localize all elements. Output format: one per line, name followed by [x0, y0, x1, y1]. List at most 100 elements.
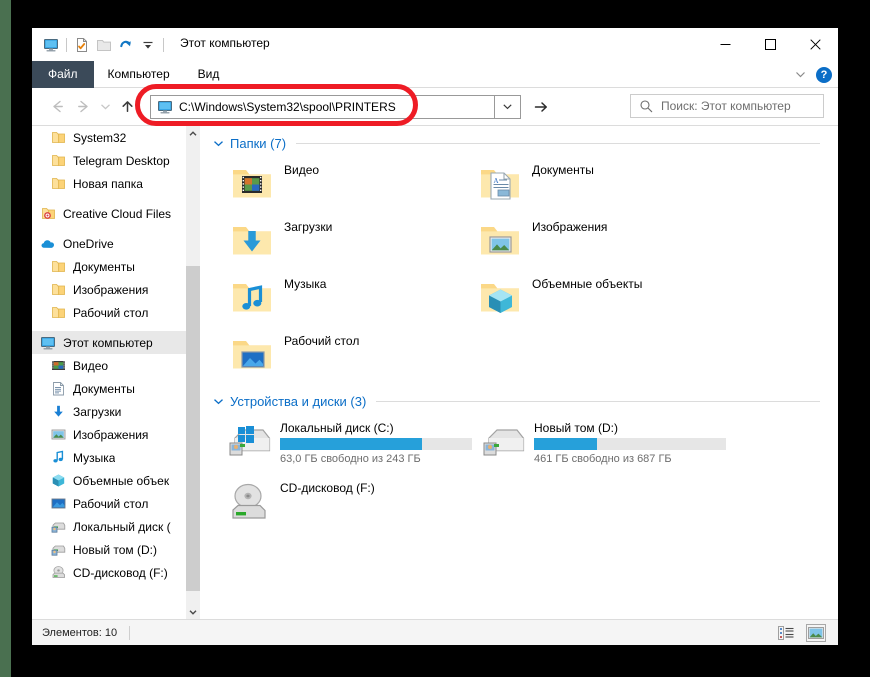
sidebar-item-creative-cloud-files[interactable]: Creative Cloud Files	[32, 202, 186, 225]
sidebar-item-label: Creative Cloud Files	[63, 207, 171, 221]
onedrive-icon	[40, 236, 56, 252]
sidebar-item-local-disk-c[interactable]: Локальный диск (	[32, 515, 186, 538]
music-folder-icon	[230, 275, 274, 319]
desktop-folder-icon	[230, 332, 274, 376]
qat-separator-2	[163, 38, 164, 52]
new-folder-icon[interactable]	[93, 34, 115, 56]
redo-icon[interactable]	[115, 34, 137, 56]
folder-tile-documents[interactable]: A Документы	[460, 157, 708, 214]
group-header-folders[interactable]: Папки (7)	[212, 136, 838, 151]
sidebar-item-music[interactable]: Музыка	[32, 446, 186, 469]
group-divider	[296, 143, 820, 144]
sidebar-item-videos[interactable]: Видео	[32, 354, 186, 377]
close-button[interactable]	[793, 28, 838, 61]
large-icons-view-icon[interactable]	[806, 624, 826, 642]
sidebar-item-label: Видео	[73, 359, 108, 373]
title-bar: Этот компьютер	[32, 28, 838, 61]
navigation-pane-scrollbar[interactable]	[186, 126, 200, 619]
help-icon[interactable]: ?	[816, 67, 832, 83]
folder-tile-3d-objects[interactable]: Объемные объекты	[460, 271, 708, 328]
drive-tile-cd-drive-f[interactable]: CD-дисковод (F:)	[212, 477, 466, 537]
recent-locations-button[interactable]	[96, 94, 114, 120]
videos-icon	[50, 358, 66, 374]
drive-tile-new-volume-d[interactable]: Новый том (D:) 461 ГБ свободно из 687 ГБ	[466, 417, 720, 477]
folder-tile-videos[interactable]: Видео	[212, 157, 460, 214]
tab-view[interactable]: Вид	[184, 61, 234, 88]
videos-folder-icon	[230, 161, 274, 205]
ribbon-tabs: Файл Компьютер Вид	[32, 61, 838, 88]
documents-icon	[50, 381, 66, 397]
tile-label: Объемные объекты	[532, 275, 642, 291]
sidebar-item-label: System32	[73, 131, 126, 145]
group-header-devices[interactable]: Устройства и диски (3)	[212, 394, 838, 409]
chevron-down-icon[interactable]	[212, 138, 224, 150]
folder-tile-downloads[interactable]: Загрузки	[212, 214, 460, 271]
up-button[interactable]	[114, 94, 140, 120]
music-icon	[50, 450, 66, 466]
refresh-go-button[interactable]	[527, 95, 555, 119]
file-list-pane[interactable]: Папки (7)	[200, 126, 838, 619]
minimize-button[interactable]	[703, 28, 748, 61]
sidebar-item-documents[interactable]: Документы	[32, 377, 186, 400]
scroll-down-icon[interactable]	[186, 604, 200, 619]
scrollbar-thumb[interactable]	[186, 266, 200, 591]
drive-usage-bar	[534, 438, 726, 450]
address-text: C:\Windows\System32\spool\PRINTERS	[179, 100, 396, 114]
shared-drive-icon	[480, 421, 526, 465]
sidebar-item-pictures[interactable]: Изображения	[32, 423, 186, 446]
sidebar-item-label: Загрузки	[73, 405, 121, 419]
address-bar-row: C:\Windows\System32\spool\PRINTERS	[32, 88, 838, 125]
sidebar-item-this-pc[interactable]: Этот компьютер	[32, 331, 186, 354]
forward-button[interactable]	[70, 94, 96, 120]
drive-info: CD-дисковод (F:)	[280, 481, 375, 495]
address-input[interactable]: C:\Windows\System32\spool\PRINTERS	[150, 95, 495, 119]
tile-label: Документы	[532, 161, 594, 177]
sidebar-item-onedrive[interactable]: OneDrive	[32, 232, 186, 255]
sidebar-item-3d-objects[interactable]: Объемные объек	[32, 469, 186, 492]
folder-tile-desktop[interactable]: Рабочий стол	[212, 328, 460, 385]
back-button[interactable]	[44, 94, 70, 120]
sidebar-item-new-volume-d[interactable]: Новый том (D:)	[32, 538, 186, 561]
address-dropdown-button[interactable]	[495, 95, 521, 119]
drive-tile-local-disk-c[interactable]: Локальный диск (C:) 63,0 ГБ свободно из …	[212, 417, 466, 477]
collapse-ribbon-icon[interactable]	[792, 67, 808, 83]
cd-drive-large-icon	[226, 481, 272, 525]
folder-tile-pictures[interactable]: Изображения	[460, 214, 708, 271]
search-placeholder: Поиск: Этот компьютер	[661, 99, 791, 113]
windows-drive-icon	[226, 421, 272, 465]
drive-free-space: 63,0 ГБ свободно из 243 ГБ	[280, 453, 472, 465]
properties-icon[interactable]	[71, 34, 93, 56]
sidebar-spacer	[32, 225, 186, 232]
details-view-icon[interactable]	[776, 624, 796, 642]
folder-tile-music[interactable]: Музыка	[212, 271, 460, 328]
window-controls	[703, 28, 838, 61]
tab-computer[interactable]: Компьютер	[94, 61, 184, 88]
sidebar-item-onedrive-pictures[interactable]: Изображения	[32, 278, 186, 301]
sidebar-item-system32[interactable]: System32	[32, 126, 186, 149]
drive-usage-bar	[280, 438, 472, 450]
drive-name: CD-дисковод (F:)	[280, 481, 375, 495]
sidebar-item-telegram-desktop[interactable]: Telegram Desktop	[32, 149, 186, 172]
customize-qat-icon[interactable]	[137, 34, 159, 56]
ribbon-right-controls: ?	[792, 61, 832, 88]
search-input[interactable]: Поиск: Этот компьютер	[630, 94, 824, 118]
sidebar-item-label: Рабочий стол	[73, 306, 148, 320]
sidebar-item-desktop[interactable]: Рабочий стол	[32, 492, 186, 515]
sidebar-item-new-folder[interactable]: Новая папка	[32, 172, 186, 195]
sidebar-item-label: Новый том (D:)	[73, 543, 157, 557]
tab-file[interactable]: Файл	[32, 61, 94, 88]
sidebar-item-downloads[interactable]: Загрузки	[32, 400, 186, 423]
sidebar-item-label: Этот компьютер	[63, 336, 153, 350]
tile-label: Загрузки	[284, 218, 332, 234]
sidebar-item-onedrive-desktop[interactable]: Рабочий стол	[32, 301, 186, 324]
maximize-button[interactable]	[748, 28, 793, 61]
scroll-up-icon[interactable]	[186, 126, 200, 141]
pictures-folder-icon	[478, 218, 522, 262]
folder-icon	[50, 176, 66, 192]
this-pc-icon[interactable]	[40, 34, 62, 56]
group-title: Устройства и диски (3)	[230, 394, 366, 409]
drive-free-space: 461 ГБ свободно из 687 ГБ	[534, 453, 726, 465]
sidebar-item-cd-drive-f[interactable]: CD-дисковод (F:)	[32, 561, 186, 584]
sidebar-item-onedrive-documents[interactable]: Документы	[32, 255, 186, 278]
chevron-down-icon[interactable]	[212, 396, 224, 408]
